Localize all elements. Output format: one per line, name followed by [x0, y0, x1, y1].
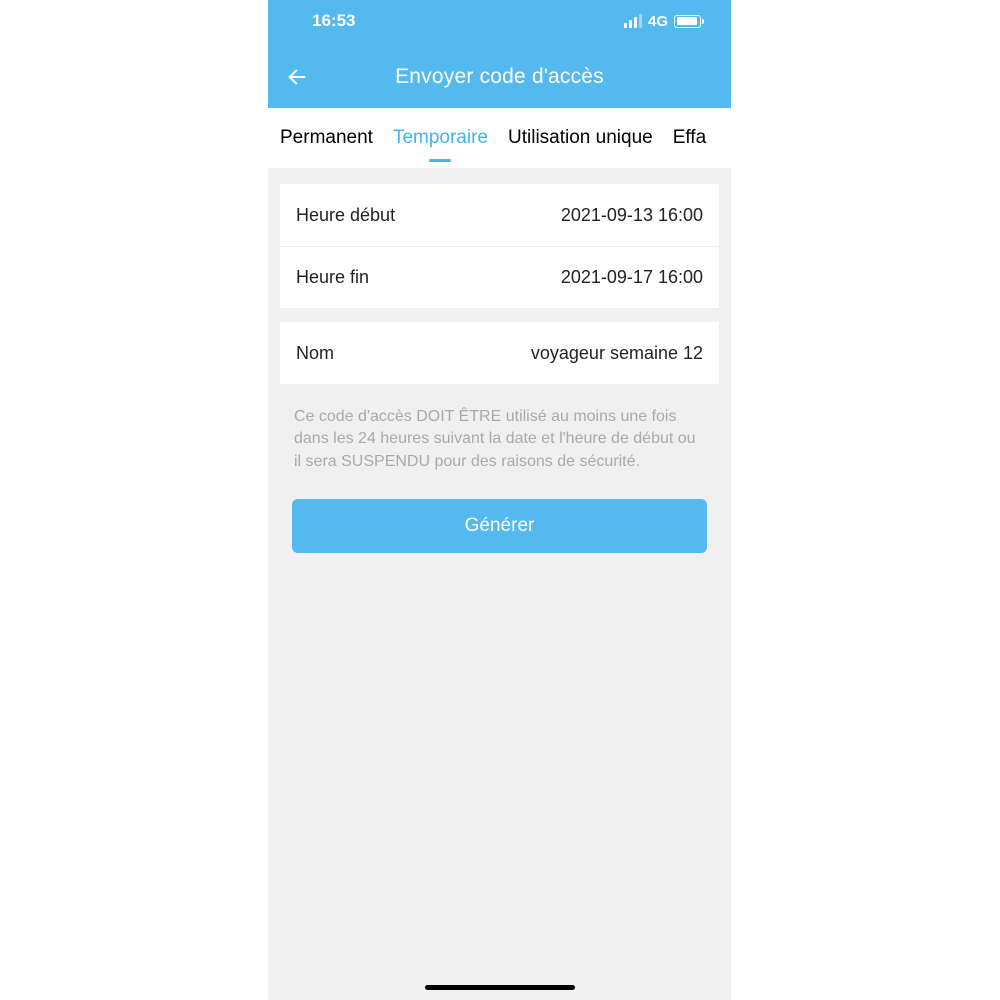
nav-bar: Envoyer code d'accès: [268, 46, 731, 108]
battery-icon: [674, 15, 701, 28]
start-time-value: 2021-09-13 16:00: [561, 205, 703, 226]
content-area: Heure début 2021-09-13 16:00 Heure fin 2…: [268, 168, 731, 1000]
arrow-left-icon: [286, 66, 308, 88]
tab-utilisation-unique[interactable]: Utilisation unique: [506, 127, 655, 149]
signal-icon: [624, 14, 642, 28]
back-button[interactable]: [282, 62, 312, 92]
generate-button[interactable]: Générer: [292, 499, 707, 553]
row-name[interactable]: Nom voyageur semaine 12: [280, 322, 719, 384]
end-time-label: Heure fin: [296, 267, 369, 288]
row-end-time[interactable]: Heure fin 2021-09-17 16:00: [280, 246, 719, 308]
tab-bar: Permanent Temporaire Utilisation unique …: [268, 108, 731, 168]
tabs-overflow-fade: [711, 108, 731, 168]
time-card: Heure début 2021-09-13 16:00 Heure fin 2…: [280, 184, 719, 308]
status-time: 16:53: [312, 11, 355, 31]
home-indicator[interactable]: [425, 985, 575, 990]
status-bar: 16:53 4G: [268, 0, 731, 46]
network-label: 4G: [648, 13, 668, 30]
name-card: Nom voyageur semaine 12: [280, 322, 719, 384]
security-note: Ce code d'accès DOIT ÊTRE utilisé au moi…: [268, 384, 731, 483]
status-right: 4G: [624, 13, 701, 30]
page-title: Envoyer code d'accès: [268, 65, 731, 89]
name-label: Nom: [296, 343, 334, 364]
start-time-label: Heure début: [296, 205, 395, 226]
phone-screen: 16:53 4G Envoyer code d'accès Permanent …: [268, 0, 731, 1000]
tab-permanent[interactable]: Permanent: [278, 127, 375, 149]
row-start-time[interactable]: Heure début 2021-09-13 16:00: [280, 184, 719, 246]
tab-effacer[interactable]: Effa: [671, 127, 708, 149]
tab-temporaire[interactable]: Temporaire: [391, 127, 490, 149]
name-value: voyageur semaine 12: [531, 343, 703, 364]
end-time-value: 2021-09-17 16:00: [561, 267, 703, 288]
